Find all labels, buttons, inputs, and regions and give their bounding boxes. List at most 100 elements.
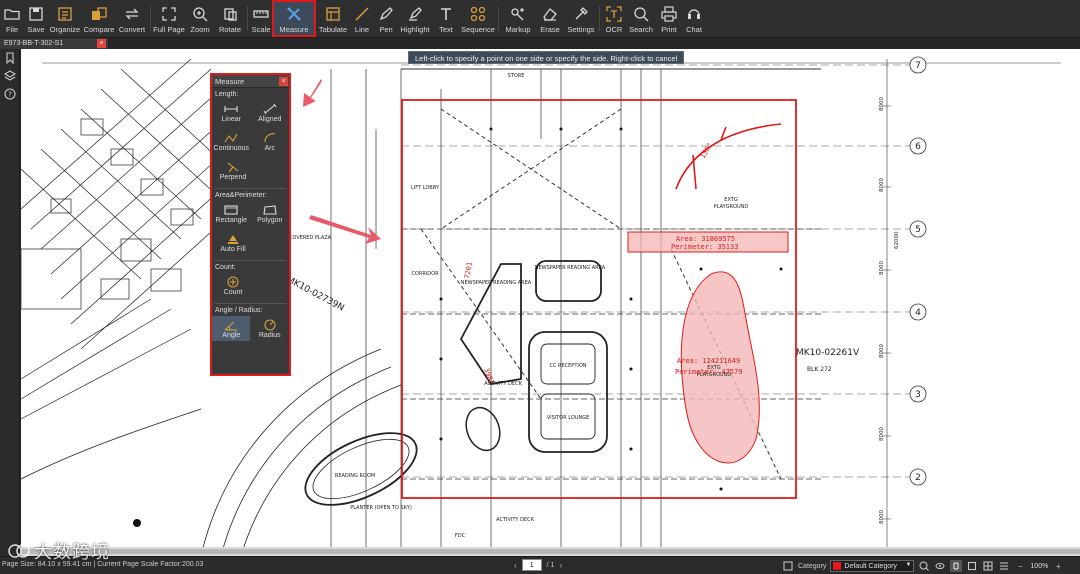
perpend-tool[interactable]: Perpend	[214, 158, 252, 183]
horizontal-scrollbar-thumb[interactable]	[21, 549, 1080, 554]
page-number-input[interactable]: 1	[521, 559, 542, 571]
erase-button[interactable]: Erase	[535, 0, 565, 37]
perimeter-label-1: Perimeter: 35133	[671, 243, 738, 251]
search-label: Search	[629, 25, 653, 34]
category-label: Category	[798, 562, 827, 570]
save-button[interactable]: Save	[24, 0, 48, 37]
drawing-canvas[interactable]: 7 6 5 4 3 2 8000 8000 8000 8000 8000 620…	[21, 49, 1080, 556]
scale-button[interactable]: Scale	[250, 0, 272, 37]
continuous-tool[interactable]: Continuous	[212, 129, 250, 154]
close-tab-icon[interactable]: ×	[97, 39, 106, 48]
sequence-button[interactable]: Sequence	[460, 0, 496, 37]
zoom-in-icon[interactable]: +	[1052, 560, 1064, 572]
measure-panel-title: Measure	[215, 77, 245, 86]
pointer-arrows	[303, 79, 381, 244]
aligned-tool[interactable]: Aligned	[251, 100, 289, 125]
highlight-button[interactable]: Highlight	[398, 0, 432, 37]
settings-button[interactable]: Settings	[565, 0, 597, 37]
search-button[interactable]: Search	[626, 0, 656, 37]
grid-label-3: 3	[915, 390, 921, 400]
angle-section-label: Angle / Radius:	[215, 307, 263, 314]
room-label: ACTIVITY DECK	[484, 381, 522, 387]
grid-bubbles	[909, 56, 927, 486]
autofill-tool[interactable]: Auto Fill	[214, 230, 252, 255]
markup-button[interactable]: Markup	[501, 0, 535, 37]
text-button[interactable]: Text	[432, 0, 460, 37]
dim-150: 150°	[699, 141, 714, 160]
help-icon[interactable]: ?	[0, 85, 20, 103]
scale-icon	[252, 5, 270, 23]
zoom-fit-icon[interactable]	[918, 560, 930, 572]
measure-panel-header: Measure ×	[212, 75, 289, 88]
fullpage-label: Full Page	[153, 25, 185, 34]
area-label-1: Area: 31869575	[676, 235, 735, 243]
line-button[interactable]: Line	[350, 0, 374, 37]
organize-button[interactable]: Organize	[48, 0, 82, 37]
list-view-icon[interactable]	[998, 560, 1010, 572]
category-select[interactable]: Default Category ▼	[830, 560, 915, 572]
chevron-down-icon: ▼	[905, 562, 912, 568]
dim-label-total: 62000	[894, 231, 900, 249]
count-tool[interactable]: Count	[214, 273, 252, 298]
sequence-label: Sequence	[461, 25, 495, 34]
autofill-icon	[224, 232, 242, 246]
zoom-button[interactable]: Zoom	[185, 0, 215, 37]
linear-tool[interactable]: Linear	[212, 100, 250, 125]
pen-button[interactable]: Pen	[374, 0, 398, 37]
scale-label: Scale	[251, 25, 271, 34]
playground-label-1: EXTG PLAYGROUND	[714, 197, 749, 210]
dim-label: 8000	[879, 344, 885, 358]
grid-view-icon[interactable]	[982, 560, 994, 572]
angle-tool[interactable]: Angle	[212, 316, 251, 341]
chat-button[interactable]: Chat	[682, 0, 706, 37]
text-icon	[437, 5, 455, 23]
rectangle-tool[interactable]: Rectangle	[212, 201, 250, 226]
zoom-out-icon[interactable]: −	[1014, 560, 1026, 572]
mk-left-label: MK10-02739N	[285, 275, 346, 314]
erase-icon	[541, 5, 559, 23]
markup-label: Markup	[505, 25, 531, 34]
dim-label: 8000	[879, 510, 885, 524]
compare-button[interactable]: Compare	[82, 0, 116, 37]
measure-hint-tooltip: Left-click to specify a point on one sid…	[408, 51, 685, 64]
room-label: READING ROOM	[335, 473, 375, 479]
app-window: File Save Organize Compare Convert Full …	[0, 0, 1080, 574]
file-button[interactable]: File	[0, 0, 24, 37]
layers-icon[interactable]	[0, 67, 20, 85]
compare-label: Compare	[83, 25, 115, 34]
print-button[interactable]: Print	[656, 0, 682, 37]
eye-icon[interactable]	[934, 560, 946, 572]
measure-icon	[285, 5, 303, 23]
block-sublabel: BLK 272	[807, 366, 832, 373]
document-tab[interactable]: E973-BB-T-302-S1 ×	[0, 38, 108, 49]
toolbar-divider	[599, 6, 600, 31]
category-value: Default Category	[844, 562, 897, 570]
bookmark-icon[interactable]	[0, 49, 20, 67]
line-icon	[353, 5, 371, 23]
arc-label: Arc	[264, 145, 276, 152]
select-icon[interactable]	[966, 560, 978, 572]
rotate-button[interactable]: Rotate	[215, 0, 245, 37]
chat-label: Chat	[686, 25, 702, 34]
tabulate-button[interactable]: Tabulate	[316, 0, 350, 37]
block-label: MK10-02261V	[796, 348, 860, 358]
radius-tool[interactable]: Radius	[251, 316, 289, 341]
chat-icon	[685, 5, 703, 23]
prev-page-icon[interactable]: ‹	[514, 561, 517, 570]
playground-label-2-line-1: EXTG	[707, 365, 721, 371]
grid-label-7: 7	[915, 61, 921, 71]
close-panel-icon[interactable]: ×	[279, 77, 288, 86]
polygon-tool[interactable]: Polygon	[251, 201, 289, 226]
print-icon	[660, 5, 678, 23]
next-page-icon[interactable]: ›	[559, 561, 562, 570]
sequence-icon	[469, 5, 487, 23]
hand-icon[interactable]	[950, 560, 963, 572]
fullpage-button[interactable]: Full Page	[153, 0, 185, 37]
rectangle-label: Rectangle	[215, 217, 248, 224]
arc-tool[interactable]: Arc	[251, 129, 289, 154]
watermark-logo-icon	[8, 544, 30, 558]
convert-button[interactable]: Convert	[116, 0, 148, 37]
measure-button[interactable]: Measure	[272, 0, 316, 37]
architectural-drawing: 7 6 5 4 3 2 8000 8000 8000 8000 8000 620…	[21, 56, 1080, 556]
ocr-button[interactable]: OCR	[602, 0, 626, 37]
